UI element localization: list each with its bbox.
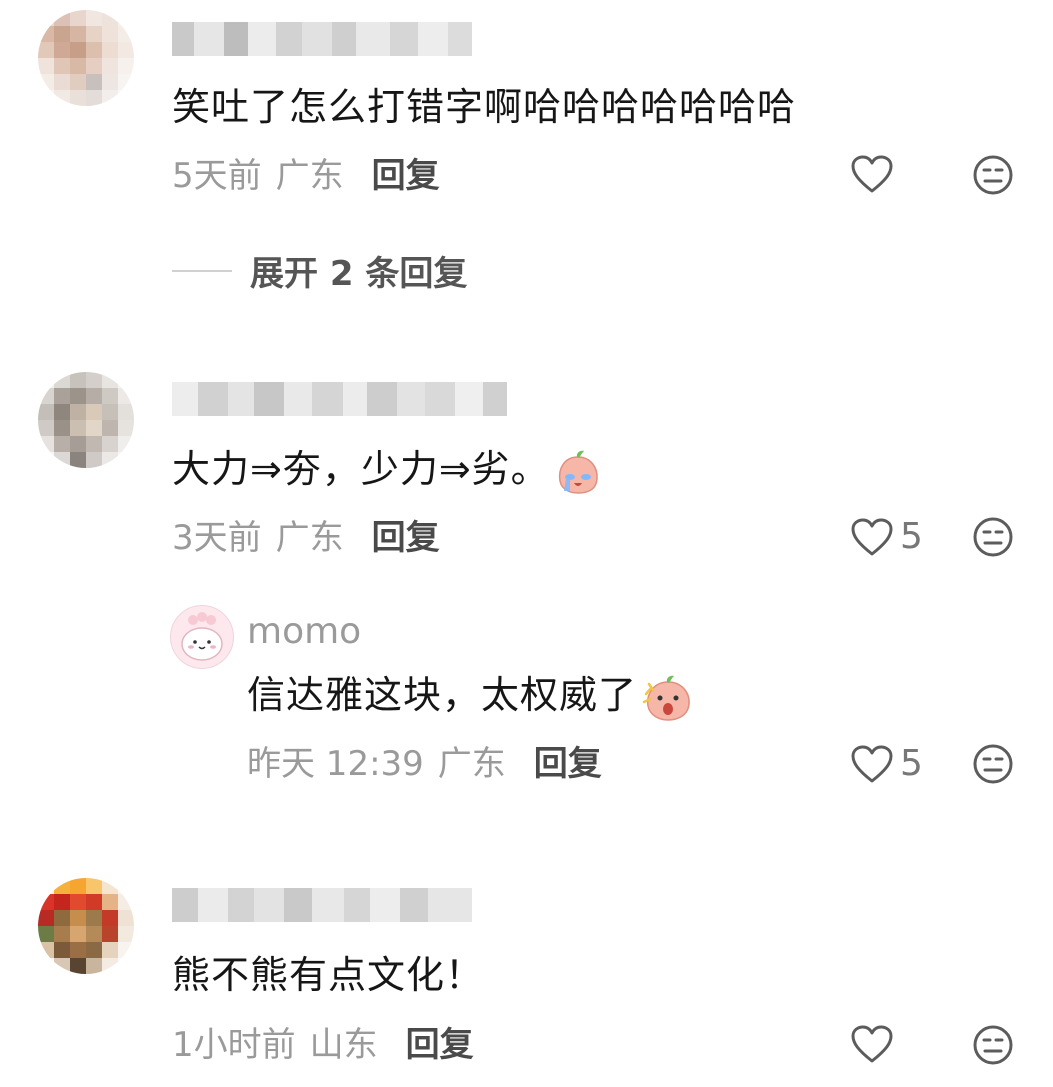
dislike-button[interactable] [972, 1024, 1014, 1066]
username-blurred[interactable] [172, 22, 472, 56]
neutral-face-icon [973, 155, 1013, 195]
avatar[interactable] [38, 372, 134, 468]
reply-button[interactable]: 回复 [372, 156, 440, 196]
reply-meta: 昨天 12:39 广东 回复 [247, 744, 602, 784]
comment-text-body: 大力⇒夯，少力⇒劣。 [172, 447, 550, 491]
like-count: 5 [900, 743, 923, 784]
comment-time: 1小时前 [172, 1025, 296, 1065]
comment-time: 3天前 [172, 518, 262, 558]
comment-meta: 5天前 广东 回复 [172, 156, 440, 196]
reply-text: 信达雅这块，太权威了 [247, 672, 695, 722]
reply-location: 广东 [437, 744, 506, 784]
reply-text-body: 信达雅这块，太权威了 [247, 673, 638, 717]
cartoon-avatar-icon [181, 612, 223, 661]
comment-text: 熊不熊有点文化！ [172, 953, 485, 997]
reply-button[interactable]: 回复 [372, 518, 440, 558]
expand-replies-button[interactable]: 展开 2 条回复 [172, 246, 467, 295]
shocked-peach-emoji [642, 675, 690, 721]
crying-peach-emoji [558, 450, 598, 494]
reply-button[interactable]: 回复 [534, 744, 602, 784]
divider-line [172, 269, 232, 272]
reply-button[interactable]: 回复 [406, 1025, 474, 1065]
reply-time: 昨天 12:39 [247, 744, 424, 784]
dislike-button[interactable] [972, 154, 1014, 196]
avatar[interactable] [38, 878, 134, 974]
like-button[interactable]: 5 [850, 516, 923, 557]
username-blurred[interactable] [172, 888, 472, 922]
heart-outline-icon [851, 745, 893, 782]
avatar[interactable] [38, 10, 134, 106]
comment-meta: 1小时前 山东 回复 [172, 1025, 474, 1065]
comment-text: 大力⇒夯，少力⇒劣。 [172, 446, 602, 495]
neutral-face-icon [973, 517, 1013, 557]
comment-location: 广东 [275, 156, 344, 196]
heart-outline-icon [851, 1025, 893, 1063]
neutral-face-icon [973, 1025, 1013, 1065]
like-count: 5 [900, 516, 923, 557]
like-button[interactable]: 5 [850, 743, 923, 784]
like-button[interactable] [850, 154, 900, 194]
reply-username[interactable]: momo [247, 611, 361, 652]
heart-outline-icon [851, 518, 893, 555]
like-button[interactable] [850, 1024, 900, 1064]
dislike-button[interactable] [972, 516, 1014, 558]
username-blurred[interactable] [172, 382, 507, 416]
neutral-face-icon [973, 744, 1013, 784]
comment-location: 山东 [309, 1025, 378, 1065]
comment-location: 广东 [275, 518, 344, 558]
comment-time: 5天前 [172, 156, 262, 196]
comment-text: 笑吐了怎么打错字啊哈哈哈哈哈哈哈 [172, 85, 797, 129]
heart-outline-icon [851, 155, 893, 193]
comment-meta: 3天前 广东 回复 [172, 518, 440, 558]
dislike-button[interactable] [972, 743, 1014, 785]
expand-replies-label: 展开 2 条回复 [250, 254, 468, 294]
avatar[interactable] [170, 605, 234, 669]
